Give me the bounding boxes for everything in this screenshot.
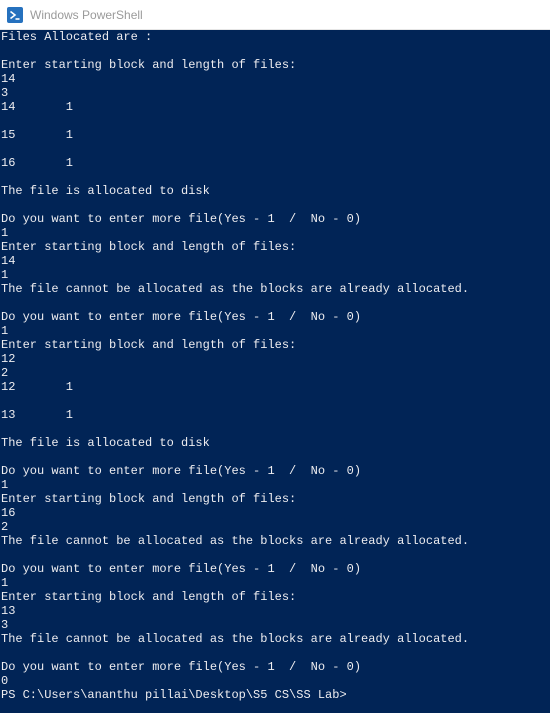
console-line: The file is allocated to disk: [1, 184, 210, 198]
console-line: Do you want to enter more file(Yes - 1 /…: [1, 464, 362, 478]
console-line: Enter starting block and length of files…: [1, 240, 297, 254]
console-line: 16: [1, 506, 16, 520]
console-line: 14: [1, 254, 16, 268]
console-line: Enter starting block and length of files…: [1, 338, 297, 352]
prompt-line: PS C:\Users\ananthu pillai\Desktop\S5 CS…: [1, 688, 347, 702]
console-line: 1: [1, 324, 9, 338]
console-line: 2: [1, 366, 9, 380]
window-title: Windows PowerShell: [30, 7, 143, 22]
console-line: 14: [1, 72, 16, 86]
powershell-window: Windows PowerShell Files Allocated are :…: [0, 0, 550, 713]
console-line: 1: [1, 226, 9, 240]
console-line: Enter starting block and length of files…: [1, 58, 297, 72]
title-bar[interactable]: Windows PowerShell: [0, 0, 550, 30]
console-line: 1: [1, 478, 9, 492]
console-line: The file cannot be allocated as the bloc…: [1, 282, 470, 296]
console-line: Do you want to enter more file(Yes - 1 /…: [1, 562, 362, 576]
console-line: Files Allocated are :: [1, 30, 153, 44]
console-line: 16 1: [1, 156, 74, 170]
console-line: Do you want to enter more file(Yes - 1 /…: [1, 660, 362, 674]
console-line: Do you want to enter more file(Yes - 1 /…: [1, 212, 362, 226]
console-line: 12 1: [1, 380, 74, 394]
console-line: The file cannot be allocated as the bloc…: [1, 632, 470, 646]
powershell-icon: [7, 6, 23, 23]
console-line: Enter starting block and length of files…: [1, 492, 297, 506]
console-line: 14 1: [1, 100, 74, 114]
console-line: 12: [1, 352, 16, 366]
console-line: Do you want to enter more file(Yes - 1 /…: [1, 310, 362, 324]
console-line: 3: [1, 618, 9, 632]
console-line: 13: [1, 604, 16, 618]
console-line: 15 1: [1, 128, 74, 142]
console-line: 13 1: [1, 408, 74, 422]
console-line: The file is allocated to disk: [1, 436, 210, 450]
console-line: 2: [1, 520, 9, 534]
console-output[interactable]: Files Allocated are : Enter starting bloc…: [0, 30, 550, 713]
console-line: 3: [1, 86, 9, 100]
console-line: 1: [1, 576, 9, 590]
console-line: 0: [1, 674, 9, 688]
console-line: Enter starting block and length of files…: [1, 590, 297, 604]
console-line: The file cannot be allocated as the bloc…: [1, 534, 470, 548]
console-line: 1: [1, 268, 9, 282]
